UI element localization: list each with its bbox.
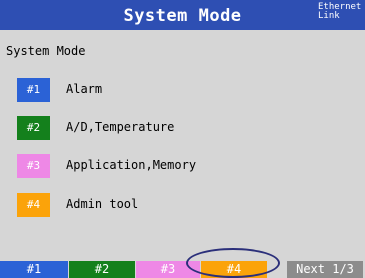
menu-panel: System Mode #1 Alarm #2 A/D,Temperature … [0,30,365,258]
softkey-next-page[interactable]: Next 1/3 [287,261,363,278]
menu-item-admin-tool[interactable]: #4 Admin tool [0,193,365,217]
page-title: System Mode [123,6,242,26]
menu-item-alarm[interactable]: #1 Alarm [0,78,365,102]
menu-label-application-memory: Application,Memory [66,158,197,172]
section-label: System Mode [6,44,86,58]
menu-label-admin-tool: Admin tool [66,197,139,211]
menu-item-ad-temperature[interactable]: #2 A/D,Temperature [0,116,365,140]
softkey-2[interactable]: #2 [69,261,135,278]
menu-label-ad-temperature: A/D,Temperature [66,120,175,134]
network-status-line2: Link [318,11,340,21]
softkey-3[interactable]: #3 [136,261,200,278]
softkey-4[interactable]: #4 [201,261,267,278]
menu-label-alarm: Alarm [66,82,103,96]
menu-key-1[interactable]: #1 [17,78,50,102]
menu-key-3[interactable]: #3 [17,154,50,178]
softkey-bar: #1 #2 #3 #4 Next 1/3 [0,258,365,278]
ethernet-link-status: Ethernet Link [318,3,362,21]
softkey-1[interactable]: #1 [0,261,68,278]
system-mode-screen: System Mode Ethernet Link System Mode #1… [0,0,365,278]
menu-item-application-memory[interactable]: #3 Application,Memory [0,154,365,178]
menu-key-4[interactable]: #4 [17,193,50,217]
menu-key-2[interactable]: #2 [17,116,50,140]
